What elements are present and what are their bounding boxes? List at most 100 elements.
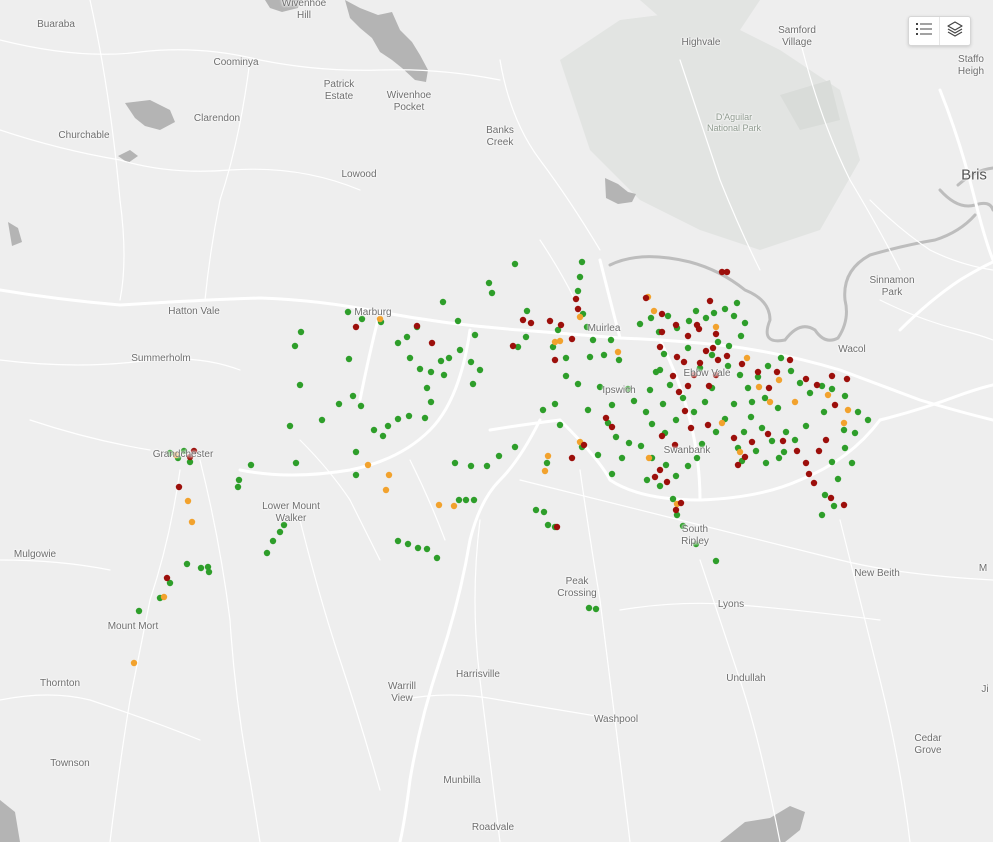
- site-point-red[interactable]: [813, 381, 821, 389]
- site-point-green[interactable]: [511, 443, 519, 451]
- site-point-green[interactable]: [864, 416, 872, 424]
- site-point-red[interactable]: [572, 295, 580, 303]
- site-point-red[interactable]: [677, 499, 685, 507]
- site-point-green[interactable]: [335, 400, 343, 408]
- site-point-green[interactable]: [702, 314, 710, 322]
- site-point-green[interactable]: [642, 408, 650, 416]
- site-point-red[interactable]: [580, 441, 588, 449]
- site-point-green[interactable]: [712, 557, 720, 565]
- site-point-red[interactable]: [786, 356, 794, 364]
- site-point-green[interactable]: [263, 549, 271, 557]
- site-point-green[interactable]: [485, 279, 493, 287]
- site-point-orange[interactable]: [160, 593, 168, 601]
- site-point-green[interactable]: [403, 333, 411, 341]
- site-point-green[interactable]: [539, 406, 547, 414]
- site-point-green[interactable]: [752, 447, 760, 455]
- site-point-green[interactable]: [664, 312, 672, 320]
- site-point-green[interactable]: [357, 402, 365, 410]
- site-point-green[interactable]: [730, 312, 738, 320]
- site-point-red[interactable]: [712, 330, 720, 338]
- site-point-red[interactable]: [684, 382, 692, 390]
- site-point-green[interactable]: [690, 408, 698, 416]
- site-point-green[interactable]: [445, 354, 453, 362]
- site-point-green[interactable]: [821, 491, 829, 499]
- site-point-red[interactable]: [714, 356, 722, 364]
- site-point-green[interactable]: [235, 476, 243, 484]
- site-point-green[interactable]: [656, 366, 664, 374]
- site-point-red[interactable]: [831, 401, 839, 409]
- site-point-green[interactable]: [841, 392, 849, 400]
- site-point-green[interactable]: [737, 332, 745, 340]
- site-point-green[interactable]: [540, 508, 548, 516]
- site-point-green[interactable]: [421, 414, 429, 422]
- site-point-red[interactable]: [681, 407, 689, 415]
- site-point-green[interactable]: [768, 437, 776, 445]
- site-point-green[interactable]: [589, 336, 597, 344]
- site-point-green[interactable]: [608, 401, 616, 409]
- site-point-green[interactable]: [234, 483, 242, 491]
- site-point-green[interactable]: [841, 444, 849, 452]
- site-point-red[interactable]: [810, 479, 818, 487]
- site-point-red[interactable]: [546, 317, 554, 325]
- site-point-green[interactable]: [740, 428, 748, 436]
- site-point-green[interactable]: [574, 287, 582, 295]
- site-point-green[interactable]: [451, 459, 459, 467]
- site-point-green[interactable]: [467, 358, 475, 366]
- site-point-green[interactable]: [656, 482, 664, 490]
- site-point-green[interactable]: [384, 422, 392, 430]
- site-point-green[interactable]: [618, 454, 626, 462]
- site-point-green[interactable]: [643, 476, 651, 484]
- site-point-green[interactable]: [470, 496, 478, 504]
- legend-button[interactable]: [909, 17, 939, 45]
- site-point-orange[interactable]: [766, 398, 774, 406]
- site-point-green[interactable]: [416, 365, 424, 373]
- site-point-red[interactable]: [815, 447, 823, 455]
- site-point-orange[interactable]: [382, 486, 390, 494]
- site-point-green[interactable]: [247, 461, 255, 469]
- site-point-green[interactable]: [701, 398, 709, 406]
- site-point-green[interactable]: [269, 537, 277, 545]
- site-point-green[interactable]: [764, 362, 772, 370]
- site-point-orange[interactable]: [736, 448, 744, 456]
- site-point-green[interactable]: [854, 408, 862, 416]
- site-point-orange[interactable]: [450, 502, 458, 510]
- site-point-red[interactable]: [840, 501, 848, 509]
- site-point-orange[interactable]: [743, 354, 751, 362]
- site-point-green[interactable]: [522, 333, 530, 341]
- site-point-green[interactable]: [405, 412, 413, 420]
- site-point-orange[interactable]: [718, 419, 726, 427]
- site-point-red[interactable]: [163, 574, 171, 582]
- site-point-green[interactable]: [556, 421, 564, 429]
- site-point-red[interactable]: [568, 454, 576, 462]
- site-point-green[interactable]: [637, 442, 645, 450]
- site-point-red[interactable]: [709, 344, 717, 352]
- site-point-red[interactable]: [658, 310, 666, 318]
- site-point-red[interactable]: [705, 382, 713, 390]
- site-point-green[interactable]: [782, 428, 790, 436]
- site-point-green[interactable]: [747, 413, 755, 421]
- site-point-red[interactable]: [669, 372, 677, 380]
- site-point-green[interactable]: [648, 420, 656, 428]
- site-point-orange[interactable]: [844, 406, 852, 414]
- site-point-red[interactable]: [428, 339, 436, 347]
- site-point-green[interactable]: [543, 459, 551, 467]
- site-point-orange[interactable]: [385, 471, 393, 479]
- site-point-green[interactable]: [345, 355, 353, 363]
- site-point-green[interactable]: [488, 289, 496, 297]
- site-point-green[interactable]: [666, 381, 674, 389]
- site-point-red[interactable]: [687, 424, 695, 432]
- site-point-green[interactable]: [615, 356, 623, 364]
- site-point-red[interactable]: [793, 447, 801, 455]
- site-point-green[interactable]: [205, 568, 213, 576]
- site-point-orange[interactable]: [188, 518, 196, 526]
- site-point-green[interactable]: [612, 433, 620, 441]
- site-point-green[interactable]: [352, 448, 360, 456]
- site-point-green[interactable]: [523, 307, 531, 315]
- site-point-green[interactable]: [660, 350, 668, 358]
- site-point-green[interactable]: [828, 458, 836, 466]
- site-point-red[interactable]: [702, 347, 710, 355]
- site-point-green[interactable]: [562, 372, 570, 380]
- site-point-green[interactable]: [748, 398, 756, 406]
- site-point-red[interactable]: [656, 466, 664, 474]
- site-point-green[interactable]: [679, 394, 687, 402]
